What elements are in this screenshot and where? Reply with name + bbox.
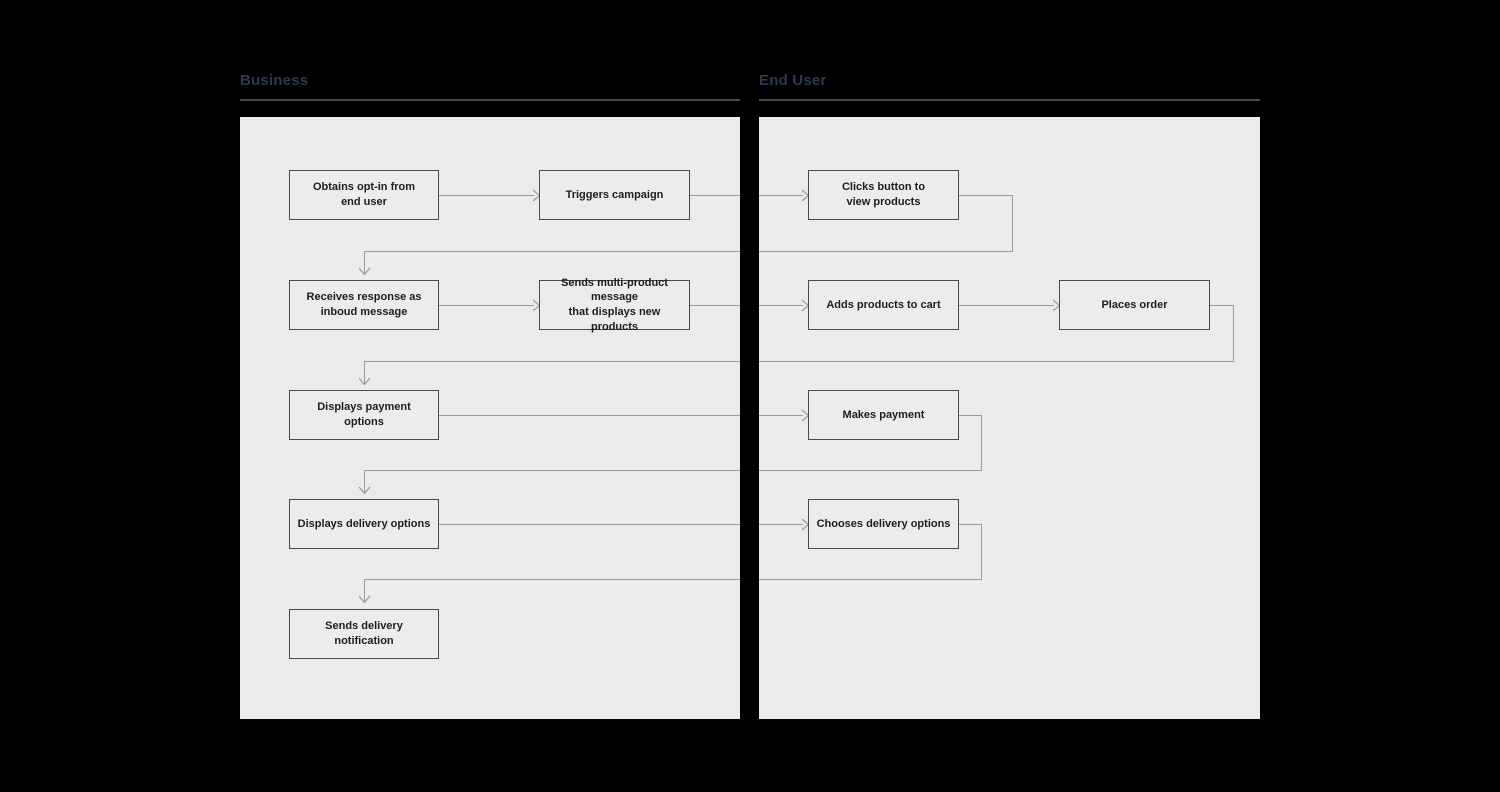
node-sends-multi-product-line1: Sends multi-product message [561,276,668,304]
node-clicks-button-line1: Clicks button to [841,181,926,194]
node-receives-response[interactable]: Receives response as inboud message [289,280,439,330]
edge-makes-to-delivery-seg-out [959,415,982,416]
edge-places-to-payment-arrowhead [358,377,371,386]
node-displays-delivery-options-label: Displays delivery options [297,517,431,530]
node-clicks-button-line2: view products [846,196,921,208]
edge-adds-to-places-line [959,305,1054,306]
node-obtains-opt-in-line2: end user [341,196,387,208]
edge-clicks-to-receives-arrowhead [358,267,371,276]
node-adds-products-to-cart-label: Adds products to cart [826,298,941,311]
node-displays-payment-options[interactable]: Displays payment options [289,390,439,440]
node-receives-response-label: Receives response as inboud message [307,290,422,319]
node-makes-payment[interactable]: Makes payment [808,390,959,440]
node-sends-multi-product-message[interactable]: Sends multi-product message that display… [539,277,690,333]
node-places-order-label: Places order [1101,298,1168,311]
lane-header-business: Business [240,72,309,89]
edge-chooses-to-notification-seg-out [959,524,982,525]
edge-clicks-to-receives-seg-down [1012,195,1013,251]
lane-header-rule-business [240,99,740,101]
node-sends-multi-product-line2: that displays new products [568,306,661,333]
lane-header-rule-end-user [759,99,1260,101]
node-clicks-button-view-products[interactable]: Clicks button to view products [808,170,959,220]
node-makes-payment-label: Makes payment [842,408,925,421]
node-displays-payment-options-label: Displays payment options [317,401,411,428]
edge-receives-to-sends-line [439,305,534,306]
lane-header-end-user: End User [759,72,827,89]
edge-places-to-payment-seg-across [364,361,1234,362]
node-chooses-delivery-options[interactable]: Chooses delivery options [808,499,959,549]
node-triggers-campaign-label: Triggers campaign [565,188,664,201]
node-sends-multi-product-message-label: Sends multi-product message that display… [546,276,683,334]
node-sends-delivery-notification-label: Sends delivery notification [325,620,403,647]
diagram-canvas: Business End User Obtains opt-in from en… [0,0,1500,792]
node-chooses-delivery-options-label: Chooses delivery options [816,517,951,530]
node-obtains-opt-in-label: Obtains opt-in from end user [313,180,415,209]
node-displays-delivery-options[interactable]: Displays delivery options [289,499,439,549]
edge-makes-to-delivery-arrowhead [358,486,371,495]
edge-places-to-payment-seg-down [1233,305,1234,361]
edge-obtains-to-triggers-line [439,195,534,196]
edge-clicks-to-receives-seg-out [959,195,1013,196]
edge-chooses-to-notification-seg-down [981,524,982,580]
edge-chooses-to-notification-seg-across [364,579,982,580]
node-obtains-opt-in[interactable]: Obtains opt-in from end user [289,170,439,220]
edge-makes-to-delivery-seg-down [981,415,982,471]
edge-places-to-payment-seg-out [1210,305,1234,306]
node-receives-response-line1: Receives response as [306,291,422,304]
node-triggers-campaign[interactable]: Triggers campaign [539,170,690,220]
node-clicks-button-view-products-label: Clicks button to view products [842,180,925,209]
node-places-order[interactable]: Places order [1059,280,1210,330]
node-receives-response-line2: inboud message [320,306,408,318]
edge-chooses-to-notification-arrowhead [358,595,371,604]
node-sends-delivery-notification[interactable]: Sends delivery notification [289,609,439,659]
edge-makes-to-delivery-seg-across [364,470,982,471]
edge-clicks-to-receives-seg-across [364,251,1013,252]
lane-gutter [740,117,759,719]
node-adds-products-to-cart[interactable]: Adds products to cart [808,280,959,330]
node-obtains-opt-in-line1: Obtains opt-in from [312,181,416,194]
